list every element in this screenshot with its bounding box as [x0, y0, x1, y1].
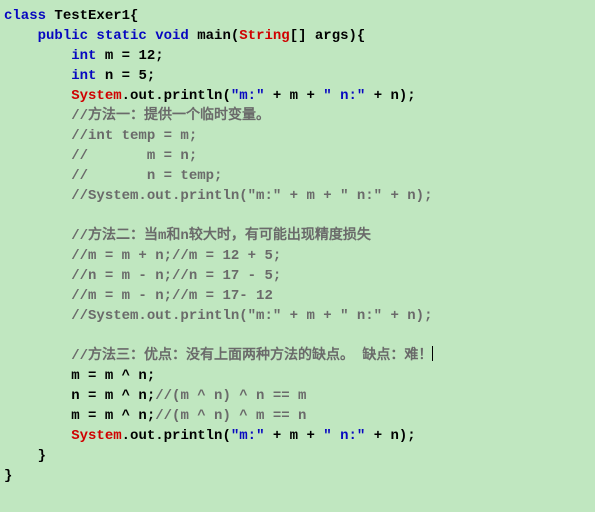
code-token: //System.out.println("m:" + m + " n:" + …	[71, 188, 432, 204]
code-line	[4, 206, 591, 226]
code-token: //m = m + n;//m = 12 + 5;	[71, 248, 281, 264]
code-token: class	[4, 8, 46, 24]
indent	[4, 208, 71, 224]
indent	[4, 348, 71, 364]
code-line: // n = temp;	[4, 166, 591, 186]
code-line: //System.out.println("m:" + m + " n:" + …	[4, 306, 591, 326]
code-line: //方法三：优点：没有上面两种方法的缺点。 缺点：难！	[4, 346, 591, 366]
code-token: //方法三：优点：没有上面两种方法的缺点。 缺点：难！	[71, 348, 432, 364]
code-token: " n:"	[323, 88, 365, 104]
code-token: "m:"	[231, 428, 265, 444]
code-token: //方法二：当m和n较大时，有可能出现精度损失	[71, 228, 371, 244]
code-editor: class TestExer1{ public static void main…	[0, 0, 595, 492]
code-token: .out.println(	[122, 428, 231, 444]
code-token: + m +	[264, 428, 323, 444]
indent	[4, 148, 71, 164]
code-token: String	[239, 28, 289, 44]
code-token: m = 12;	[96, 48, 163, 64]
code-token: int	[71, 48, 96, 64]
indent	[4, 268, 71, 284]
indent	[4, 388, 71, 404]
code-token: TestExer1{	[46, 8, 138, 24]
code-line: m = m ^ n;	[4, 366, 591, 386]
code-token: + m +	[264, 88, 323, 104]
code-token: //int temp = m;	[71, 128, 197, 144]
code-line: //m = m - n;//m = 17- 12	[4, 286, 591, 306]
code-token: }	[4, 468, 12, 484]
code-line: public static void main(String[] args){	[4, 26, 591, 46]
indent	[4, 288, 71, 304]
code-token: System	[71, 428, 121, 444]
code-token: main(	[189, 28, 239, 44]
indent	[4, 428, 71, 444]
code-line	[4, 326, 591, 346]
code-token: n = 5;	[96, 68, 155, 84]
code-token: // m = n;	[71, 148, 197, 164]
indent	[4, 408, 71, 424]
code-line: int n = 5;	[4, 66, 591, 86]
code-line: //int temp = m;	[4, 126, 591, 146]
code-token: //m = m - n;//m = 17- 12	[71, 288, 273, 304]
indent	[4, 168, 71, 184]
indent	[4, 368, 71, 384]
code-line: n = m ^ n;//(m ^ n) ^ n == m	[4, 386, 591, 406]
code-line: //方法一：提供一个临时变量。	[4, 106, 591, 126]
code-token: //System.out.println("m:" + m + " n:" + …	[71, 308, 432, 324]
code-line: int m = 12;	[4, 46, 591, 66]
code-token: //方法一：提供一个临时变量。	[71, 108, 270, 124]
indent	[4, 68, 71, 84]
code-token: .out.println(	[122, 88, 231, 104]
code-token: //n = m - n;//n = 17 - 5;	[71, 268, 281, 284]
indent	[4, 28, 38, 44]
text-cursor	[432, 346, 433, 361]
code-token: public static void	[38, 28, 189, 44]
indent	[4, 328, 71, 344]
code-token: // n = temp;	[71, 168, 222, 184]
code-token: + n);	[365, 88, 415, 104]
code-line: class TestExer1{	[4, 6, 591, 26]
code-line: System.out.println("m:" + m + " n:" + n)…	[4, 86, 591, 106]
code-token: //(m ^ n) ^ n == m	[155, 388, 306, 404]
code-token: m = m ^ n;	[71, 408, 155, 424]
code-token: [] args){	[290, 28, 366, 44]
indent	[4, 128, 71, 144]
code-token: System	[71, 88, 121, 104]
code-line: }	[4, 466, 591, 486]
code-token: " n:"	[323, 428, 365, 444]
indent	[4, 448, 38, 464]
code-line: //方法二：当m和n较大时，有可能出现精度损失	[4, 226, 591, 246]
code-line: //System.out.println("m:" + m + " n:" + …	[4, 186, 591, 206]
code-token: + n);	[365, 428, 415, 444]
code-line: // m = n;	[4, 146, 591, 166]
code-token: }	[38, 448, 46, 464]
code-token: //(m ^ n) ^ m == n	[155, 408, 306, 424]
code-line: m = m ^ n;//(m ^ n) ^ m == n	[4, 406, 591, 426]
code-token: "m:"	[231, 88, 265, 104]
code-line: //n = m - n;//n = 17 - 5;	[4, 266, 591, 286]
code-token: int	[71, 68, 96, 84]
indent	[4, 108, 71, 124]
code-line: }	[4, 446, 591, 466]
indent	[4, 228, 71, 244]
code-line: System.out.println("m:" + m + " n:" + n)…	[4, 426, 591, 446]
indent	[4, 248, 71, 264]
indent	[4, 188, 71, 204]
indent	[4, 48, 71, 64]
code-token: m = m ^ n;	[71, 368, 155, 384]
code-line: //m = m + n;//m = 12 + 5;	[4, 246, 591, 266]
code-token: n = m ^ n;	[71, 388, 155, 404]
indent	[4, 308, 71, 324]
indent	[4, 88, 71, 104]
